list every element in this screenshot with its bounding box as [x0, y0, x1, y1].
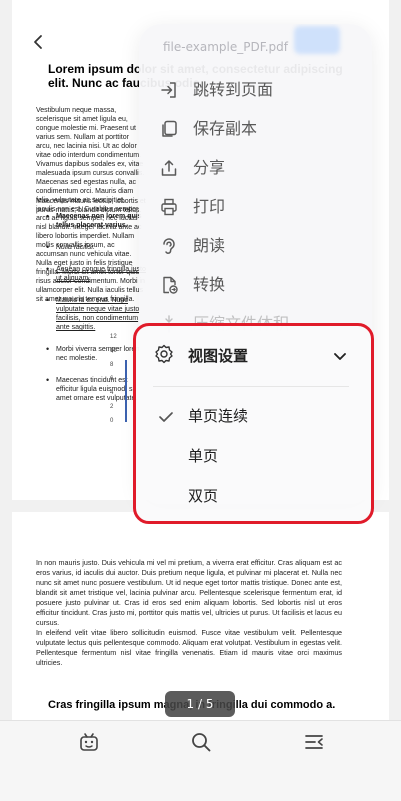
menu-item-label: 朗读: [193, 236, 226, 255]
menu-item-goto-page[interactable]: 跳转到页面: [139, 72, 372, 110]
menu-item-label: 分享: [193, 158, 226, 177]
axis-tick-label: 2: [110, 404, 114, 410]
menu-item-label: 转换: [193, 275, 226, 294]
search-icon[interactable]: [190, 731, 212, 753]
list-item: Mauris id ex erat. Nunc vulputate neque …: [46, 296, 146, 332]
chevron-down-icon[interactable]: [332, 348, 348, 364]
axis-tick-label: 6: [110, 376, 114, 382]
read-aloud-icon: [163, 238, 175, 254]
menu-item-label: 跳转到页面: [193, 80, 274, 99]
view-settings-panel: 视图设置 单页连续 单页 双页: [133, 323, 374, 524]
accent-highlight: [294, 26, 340, 54]
axis-tick-label: 0: [110, 418, 114, 424]
axis-tick-label: 10: [110, 348, 117, 354]
menu-item-print[interactable]: 打印: [139, 189, 372, 227]
list-item: Maecenas non lorem quis tellus placerat …: [46, 212, 146, 230]
assistant-robot-icon[interactable]: [78, 731, 100, 753]
view-option-single-continuous[interactable]: 单页连续: [136, 401, 371, 433]
bottom-toolbar: [0, 720, 401, 801]
axis-tick-label: 4: [110, 390, 114, 396]
menu-item-save-copy[interactable]: 保存副本: [139, 111, 372, 149]
list-item: Aenean congue fringilla justo ut aliquam…: [46, 265, 146, 283]
document-paragraph: In eleifend velit vitae libero sollicitu…: [36, 628, 342, 667]
axis-tick-label: 12: [110, 334, 117, 340]
chart-bar: [125, 360, 127, 422]
view-option-single-page[interactable]: 单页: [136, 441, 371, 473]
menu-item-read-aloud[interactable]: 朗读: [139, 228, 372, 266]
view-option-label: 单页: [188, 447, 219, 465]
menu-item-label: 打印: [193, 197, 226, 216]
menu-item-convert[interactable]: 转换: [139, 267, 372, 305]
gear-icon: [155, 344, 173, 364]
file-name: file-example_PDF.pdf: [163, 40, 288, 54]
goto-page-icon: [161, 82, 176, 98]
menu-item-label: 保存副本: [193, 119, 258, 138]
print-icon: [161, 198, 177, 216]
menu-item-share[interactable]: 分享: [139, 150, 372, 188]
divider: [153, 386, 349, 387]
view-option-label: 单页连续: [188, 407, 249, 425]
page-indicator: 1 / 5: [165, 691, 235, 717]
copy-icon: [162, 120, 177, 137]
document-paragraph: In non mauris justo. Duis vehicula mi ve…: [36, 558, 342, 627]
menu-collapse-icon[interactable]: [303, 731, 325, 753]
checkmark-icon: [159, 412, 173, 422]
view-option-two-page[interactable]: 双页: [136, 481, 371, 513]
view-settings-title: 视图设置: [188, 347, 249, 365]
view-option-label: 双页: [188, 487, 219, 505]
axis-tick-label: 8: [110, 362, 114, 368]
back-arrow-icon[interactable]: [30, 33, 48, 51]
list-item: Nulla facilisi.: [46, 243, 146, 252]
share-icon: [161, 160, 177, 176]
embedded-chart-axis: 12 10 8 6 4 2 0: [104, 334, 134, 426]
convert-icon: [163, 276, 178, 294]
